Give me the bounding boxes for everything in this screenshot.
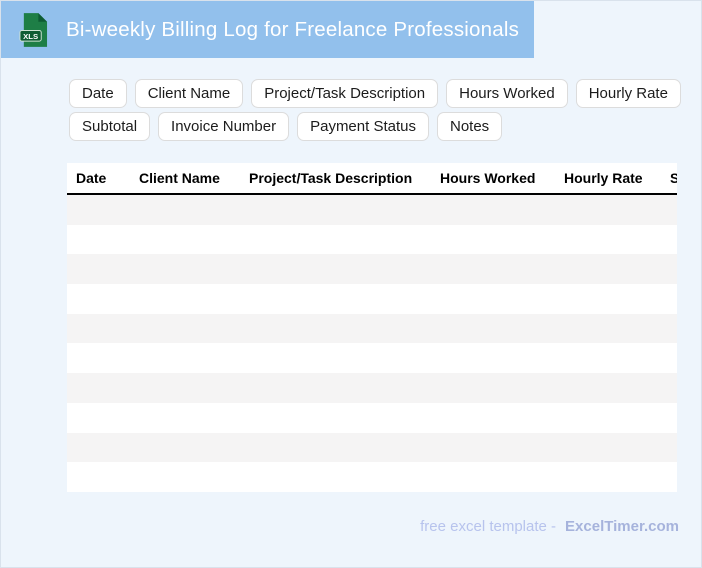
table-cell: [242, 225, 433, 255]
table-row: [67, 462, 677, 492]
table-cell: [557, 343, 663, 373]
footer-brand-link[interactable]: ExcelTimer.com: [565, 518, 679, 535]
table-row: [67, 432, 677, 463]
column-header-project-task-description: Project/Task Description: [242, 163, 433, 195]
table-cell: [663, 462, 677, 492]
table-row: [67, 224, 677, 255]
table-cell: [67, 373, 132, 403]
table-cell: [132, 433, 242, 463]
table-cell: [663, 225, 677, 255]
table-cell: [663, 403, 677, 433]
table-cell: [242, 462, 433, 492]
tag-client-name[interactable]: Client Name: [134, 79, 244, 108]
table-cell: [242, 433, 433, 463]
header-bar: XLS Bi-weekly Billing Log for Freelance …: [1, 1, 534, 58]
table-row: [67, 343, 677, 374]
billing-table-container: Date Client Name Project/Task Description H…: [67, 163, 677, 492]
page-title: Bi-weekly Billing Log for Freelance Prof…: [66, 17, 520, 41]
column-tag-list: Date Client Name Project/Task Description H…: [69, 79, 693, 141]
table-cell: [67, 254, 132, 284]
table-cell: [663, 314, 677, 344]
table-cell: [433, 343, 557, 373]
table-cell: [663, 284, 677, 314]
table-cell: [67, 343, 132, 373]
xls-file-icon: XLS: [19, 12, 48, 47]
table-cell: [433, 194, 557, 225]
table-cell: [242, 343, 433, 373]
tag-hours-worked[interactable]: Hours Worked: [446, 79, 568, 108]
table-cell: [67, 403, 132, 433]
column-header-hours-worked: Hours Worked: [433, 163, 557, 195]
table-cell: [242, 314, 433, 344]
tag-subtotal[interactable]: Subtotal: [69, 112, 151, 141]
table-cell: [433, 254, 557, 284]
table-cell: [663, 254, 677, 284]
column-header-hourly-rate: Hourly Rate: [557, 163, 663, 195]
table-cell: [67, 284, 132, 314]
column-header-client-name: Client Name: [132, 163, 242, 195]
billing-table: Date Client Name Project/Task Description H…: [67, 163, 677, 492]
table-cell: [433, 314, 557, 344]
table-row: [67, 254, 677, 285]
table-cell: [433, 373, 557, 403]
table-cell: [557, 194, 663, 225]
tag-date[interactable]: Date: [69, 79, 127, 108]
table-cell: [557, 433, 663, 463]
table-row: [67, 313, 677, 344]
table-cell: [433, 403, 557, 433]
table-cell: [242, 284, 433, 314]
table-cell: [433, 433, 557, 463]
table-cell: [132, 343, 242, 373]
table-cell: [557, 403, 663, 433]
table-cell: [132, 314, 242, 344]
table-cell: [557, 254, 663, 284]
table-cell: [433, 462, 557, 492]
tag-invoice-number[interactable]: Invoice Number: [158, 112, 290, 141]
column-header-subtotal: Subtotal: [663, 163, 677, 195]
table-cell: [242, 373, 433, 403]
table-cell: [132, 225, 242, 255]
tag-payment-status[interactable]: Payment Status: [297, 112, 429, 141]
table-cell: [557, 462, 663, 492]
column-header-date: Date: [67, 163, 132, 195]
table-cell: [67, 462, 132, 492]
table-cell: [557, 225, 663, 255]
table-header-row: Date Client Name Project/Task Description H…: [67, 163, 677, 195]
table-cell: [663, 433, 677, 463]
tag-project-task-description[interactable]: Project/Task Description: [251, 79, 439, 108]
table-cell: [663, 373, 677, 403]
table-cell: [132, 284, 242, 314]
table-cell: [242, 254, 433, 284]
tag-notes[interactable]: Notes: [436, 112, 503, 141]
table-cell: [242, 194, 433, 225]
table-cell: [67, 314, 132, 344]
table-cell: [132, 254, 242, 284]
table-cell: [67, 433, 132, 463]
tag-hourly-rate[interactable]: Hourly Rate: [575, 79, 681, 108]
table-cell: [557, 314, 663, 344]
page: XLS Bi-weekly Billing Log for Freelance …: [0, 0, 702, 568]
footer-text: free excel template -: [420, 518, 557, 535]
table-cell: [67, 225, 132, 255]
table-row: [67, 373, 677, 403]
table-cell: [433, 284, 557, 314]
table-cell: [67, 194, 132, 225]
table-row: [67, 402, 677, 433]
table-cell: [132, 194, 242, 225]
table-cell: [557, 284, 663, 314]
table-cell: [663, 194, 677, 225]
table-cell: [132, 373, 242, 403]
footer: free excel template - ExcelTimer.com: [420, 518, 679, 535]
table-cell: [132, 462, 242, 492]
table-cell: [132, 403, 242, 433]
table-cell: [433, 225, 557, 255]
xls-badge-label: XLS: [23, 31, 38, 40]
table-cell: [663, 343, 677, 373]
table-cell: [242, 403, 433, 433]
table-cell: [557, 373, 663, 403]
table-row: [67, 284, 677, 314]
table-row: [67, 194, 677, 225]
